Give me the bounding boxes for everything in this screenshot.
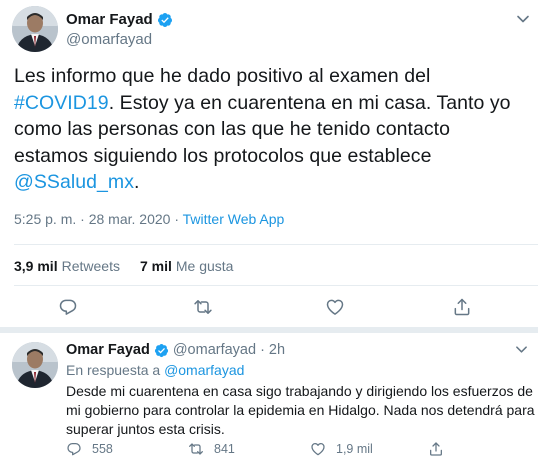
like-action[interactable]: 1,9 mil: [310, 441, 373, 457]
tweet-time[interactable]: 5:25 p. m.: [14, 211, 76, 227]
display-name[interactable]: Omar Fayad: [66, 342, 150, 358]
like-icon[interactable]: [325, 297, 345, 317]
share-icon[interactable]: [452, 297, 472, 317]
main-tweet-header: Omar Fayad @omarfayad: [12, 6, 532, 56]
like-count: 1,9 mil: [336, 442, 373, 456]
source-app-link[interactable]: Twitter Web App: [183, 211, 285, 227]
likes-label: Me gusta: [175, 258, 234, 274]
reply-icon: [67, 443, 81, 456]
reply-actions: 558 841 1,9 mil: [66, 441, 526, 461]
mention-link[interactable]: @SSalud_mx: [14, 171, 134, 193]
retweets-stat[interactable]: 3,9 mil Retweets: [14, 258, 120, 274]
display-name[interactable]: Omar Fayad: [66, 11, 153, 28]
tweet-text-part: Les informo que he dado positivo al exam…: [14, 65, 431, 87]
in-reply-handle-link[interactable]: @omarfayad: [164, 362, 244, 378]
avatar[interactable]: [12, 6, 58, 52]
handle[interactable]: @omarfayad: [66, 31, 152, 48]
name-row: Omar Fayad: [66, 11, 173, 28]
reply-header: Omar Fayad @omarfayad · 2h: [66, 342, 285, 358]
retweet-icon: [189, 443, 203, 455]
tweet-text-part: .: [134, 171, 140, 193]
meta-separator: ·: [174, 211, 180, 227]
tweet-time[interactable]: 2h: [269, 342, 285, 358]
reply-tweet[interactable]: Omar Fayad @omarfayad · 2h En respuesta …: [0, 333, 538, 464]
tweet-date[interactable]: 28 mar. 2020: [89, 211, 171, 227]
verified-badge-icon: [157, 12, 173, 28]
retweets-count: 3,9 mil: [14, 258, 58, 274]
share-icon: [430, 442, 442, 456]
avatar-image: [12, 6, 58, 52]
divider: [14, 285, 538, 286]
meta-separator: ·: [80, 211, 85, 227]
reply-action[interactable]: 558: [66, 441, 113, 457]
retweets-label: Retweets: [61, 258, 120, 274]
reply-text: Desde mi cuarentena en casa sigo trabaja…: [66, 383, 535, 437]
retweet-action[interactable]: 841: [188, 441, 235, 457]
tweet-meta: 5:25 p. m. · 28 mar. 2020 · Twitter Web …: [14, 211, 284, 227]
chevron-down-icon[interactable]: [515, 343, 528, 356]
tweet-detail-page: Omar Fayad @omarfayad Les informo que he…: [0, 0, 538, 464]
share-action[interactable]: [428, 441, 454, 457]
hashtag-link[interactable]: #COVID19: [14, 92, 109, 114]
handle[interactable]: @omarfayad: [173, 342, 256, 358]
chevron-down-icon[interactable]: [516, 12, 530, 26]
tweet-text: Les informo que he dado positivo al exam…: [14, 63, 526, 196]
reply-icon[interactable]: [58, 297, 78, 317]
in-reply-label: En respuesta a: [66, 362, 165, 378]
avatar-image: [12, 342, 58, 388]
verified-badge-icon: [154, 343, 169, 358]
avatar[interactable]: [12, 342, 58, 388]
meta-separator: ·: [260, 342, 265, 358]
divider: [14, 244, 538, 245]
retweet-icon[interactable]: [193, 297, 213, 317]
engagement-stats: 3,9 mil Retweets 7 mil Me gusta: [14, 258, 253, 274]
tweet-actions: [0, 293, 538, 323]
likes-stat[interactable]: 7 mil Me gusta: [140, 258, 234, 274]
like-icon: [311, 443, 325, 456]
in-reply-to: En respuesta a @omarfayad: [66, 362, 244, 378]
retweet-count: 841: [214, 442, 235, 456]
likes-count: 7 mil: [139, 258, 172, 274]
reply-count: 558: [92, 442, 113, 456]
